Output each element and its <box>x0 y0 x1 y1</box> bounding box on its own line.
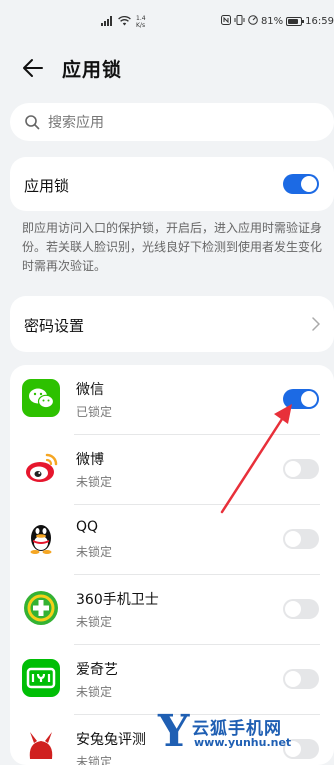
header: 应用锁 <box>0 50 334 86</box>
lock-toggle-weibo[interactable] <box>283 459 319 479</box>
iqiyi-icon <box>22 659 60 697</box>
app-status: 未锁定 <box>76 615 113 629</box>
signal-icon <box>101 15 115 29</box>
lock-toggle-360[interactable] <box>283 599 319 619</box>
status-right: 81% 16:59 <box>220 15 334 28</box>
status-bar: 1.4 K/s 81% 16:59 <box>0 0 334 40</box>
app-name: 微信 <box>76 382 104 398</box>
nfc-icon <box>220 15 231 28</box>
search-icon <box>25 115 40 130</box>
lock-toggle-iqiyi[interactable] <box>283 669 319 689</box>
app-name: 微博 <box>76 452 104 468</box>
search-input[interactable] <box>46 103 320 143</box>
speed-gauge-icon <box>248 15 258 28</box>
back-button[interactable] <box>20 56 46 80</box>
app-lock-toggle[interactable] <box>283 174 319 194</box>
weibo-icon <box>26 453 58 482</box>
back-arrow-icon <box>23 59 43 77</box>
wechat-icon <box>22 379 60 417</box>
list-item[interactable]: 360手机卫士 未锁定 <box>10 575 334 645</box>
password-settings-row[interactable]: 密码设置 <box>10 296 334 352</box>
wifi-icon <box>118 15 131 29</box>
app-lock-description: 即应用访问入口的保护锁，开启后，进入应用时需验证身份。若关联人脸识别，光线良好下… <box>22 221 323 273</box>
battery-percent: 81% <box>260 16 284 27</box>
lock-toggle-wechat[interactable] <box>283 389 319 409</box>
app-name: 爱奇艺 <box>76 662 118 678</box>
status-left: 1.4 K/s <box>101 15 146 29</box>
qq-icon <box>30 525 52 554</box>
app-list: 微信 已锁定 微博 未锁定 QQ 未锁定 360手机卫士 未锁定 爱奇艺 未锁定… <box>10 365 334 765</box>
list-item[interactable]: 微信 已锁定 <box>10 365 334 435</box>
network-speed-value: 1.4 <box>136 15 146 22</box>
search-box[interactable] <box>10 103 334 143</box>
app-name: 安兔兔评测 <box>76 732 146 748</box>
app-status: 未锁定 <box>76 475 113 489</box>
app-status: 未锁定 <box>76 755 113 765</box>
app-status: 未锁定 <box>76 685 113 699</box>
lock-toggle-qq[interactable] <box>283 529 319 549</box>
network-speed: 1.4 K/s <box>136 15 146 29</box>
360-icon <box>24 591 58 625</box>
list-item[interactable]: 微博 未锁定 <box>10 435 334 505</box>
watermark-letter: Y <box>158 706 190 757</box>
app-lock-label: 应用锁 <box>24 177 70 195</box>
app-name: 360手机卫士 <box>76 592 159 608</box>
vibrate-icon <box>234 15 245 28</box>
app-lock-card: 应用锁 <box>10 157 334 211</box>
app-status: 已锁定 <box>76 405 113 419</box>
antutu-icon <box>29 732 53 759</box>
clock: 16:59 <box>305 16 334 27</box>
list-item[interactable]: 爱奇艺 未锁定 <box>10 645 334 715</box>
password-settings-label: 密码设置 <box>24 317 85 335</box>
watermark-url: www.yunhu.net <box>194 736 292 749</box>
list-item[interactable]: QQ 未锁定 <box>10 505 334 575</box>
watermark-logo: Y 云狐手机网 www.yunhu.net <box>158 706 334 757</box>
app-name: QQ <box>76 519 99 535</box>
page-title: 应用锁 <box>62 59 123 81</box>
chevron-right-icon <box>312 317 320 331</box>
battery-icon <box>286 17 305 26</box>
app-status: 未锁定 <box>76 545 113 559</box>
network-speed-unit: K/s <box>136 22 146 29</box>
